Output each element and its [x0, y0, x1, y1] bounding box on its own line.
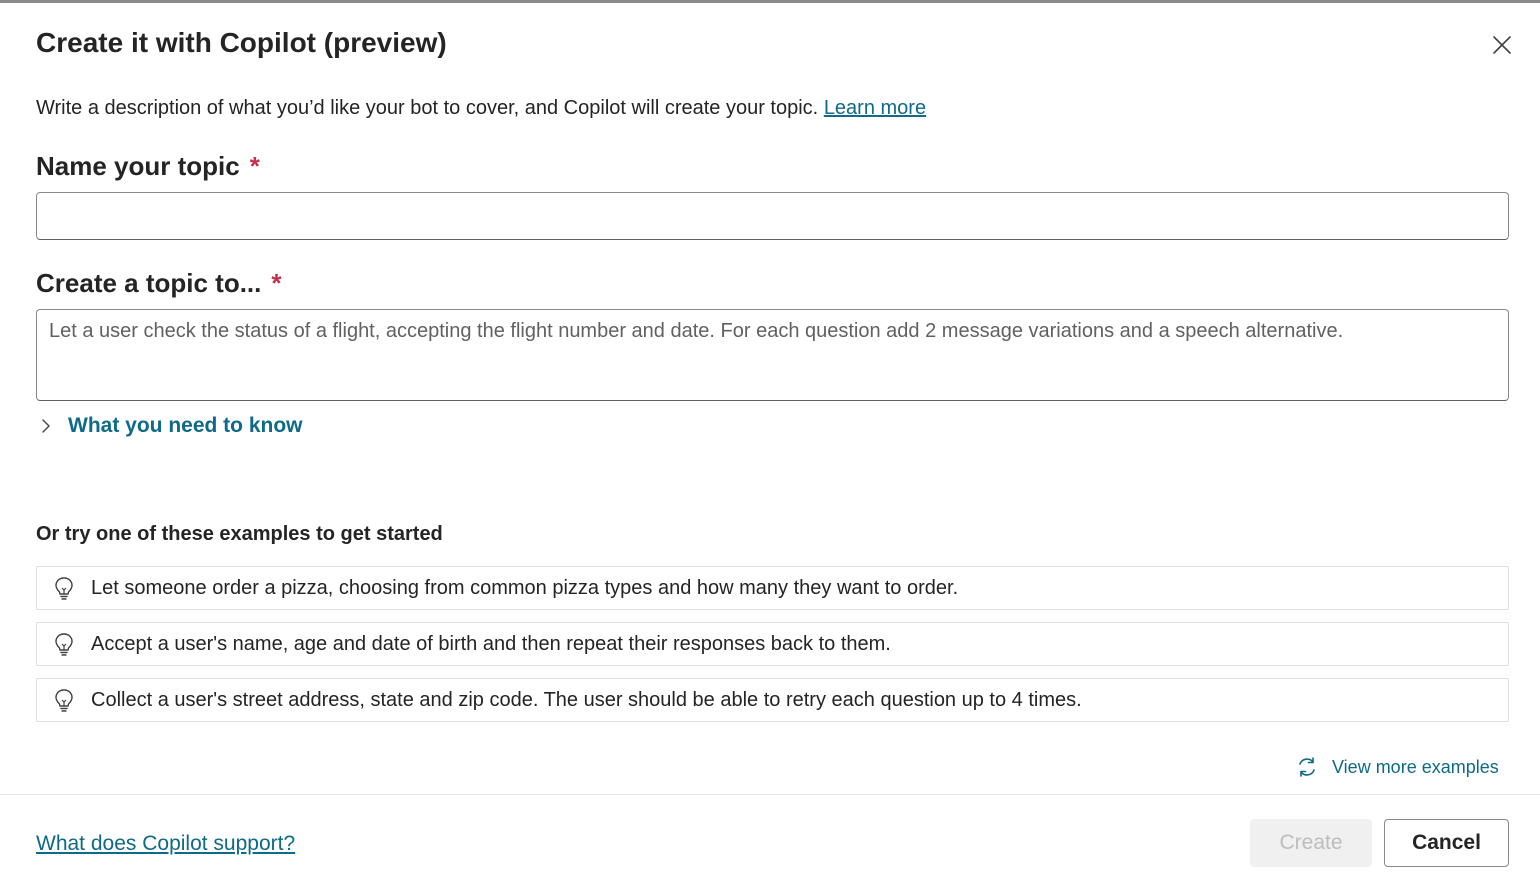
lightbulb-icon — [55, 577, 73, 600]
examples-heading: Or try one of these examples to get star… — [36, 523, 443, 545]
example-text: Let someone order a pizza, choosing from… — [91, 576, 959, 599]
dialog-description: Write a description of what you’d like y… — [36, 97, 926, 120]
copilot-dialog: Create it with Copilot (preview) Write a… — [0, 3, 1540, 886]
what-you-need-to-know-label: What you need to know — [68, 414, 303, 437]
name-topic-label: Name your topic * — [36, 151, 260, 182]
learn-more-link[interactable]: Learn more — [824, 97, 926, 119]
example-item[interactable]: Accept a user's name, age and date of bi… — [36, 622, 1509, 666]
name-topic-label-text: Name your topic — [36, 151, 240, 181]
example-text: Accept a user's name, age and date of bi… — [91, 632, 891, 655]
create-button[interactable]: Create — [1250, 819, 1372, 867]
close-button[interactable] — [1486, 29, 1518, 61]
refresh-icon — [1299, 757, 1315, 777]
example-item[interactable]: Collect a user's street address, state a… — [36, 678, 1509, 722]
view-more-examples-button[interactable]: View more examples — [1296, 752, 1499, 782]
example-text: Collect a user's street address, state a… — [91, 688, 1082, 711]
lightbulb-icon — [55, 689, 73, 712]
description-text: Write a description of what you’d like y… — [36, 97, 819, 119]
what-you-need-to-know-toggle[interactable]: What you need to know — [36, 411, 303, 441]
lightbulb-icon — [55, 633, 73, 656]
topic-name-input[interactable] — [36, 192, 1509, 240]
create-topic-label-text: Create a topic to... — [36, 268, 262, 298]
close-icon — [1493, 36, 1511, 54]
cancel-button[interactable]: Cancel — [1384, 819, 1509, 867]
dialog-title: Create it with Copilot (preview) — [36, 27, 447, 58]
footer-divider — [0, 794, 1540, 795]
create-topic-label: Create a topic to... * — [36, 268, 282, 299]
topic-description-textarea[interactable] — [36, 309, 1509, 401]
example-item[interactable]: Let someone order a pizza, choosing from… — [36, 566, 1509, 610]
view-more-examples-label: View more examples — [1332, 756, 1499, 777]
chevron-right-icon — [42, 419, 50, 433]
required-asterisk: * — [249, 151, 260, 181]
required-asterisk: * — [271, 268, 282, 298]
copilot-support-link[interactable]: What does Copilot support? — [36, 832, 295, 856]
